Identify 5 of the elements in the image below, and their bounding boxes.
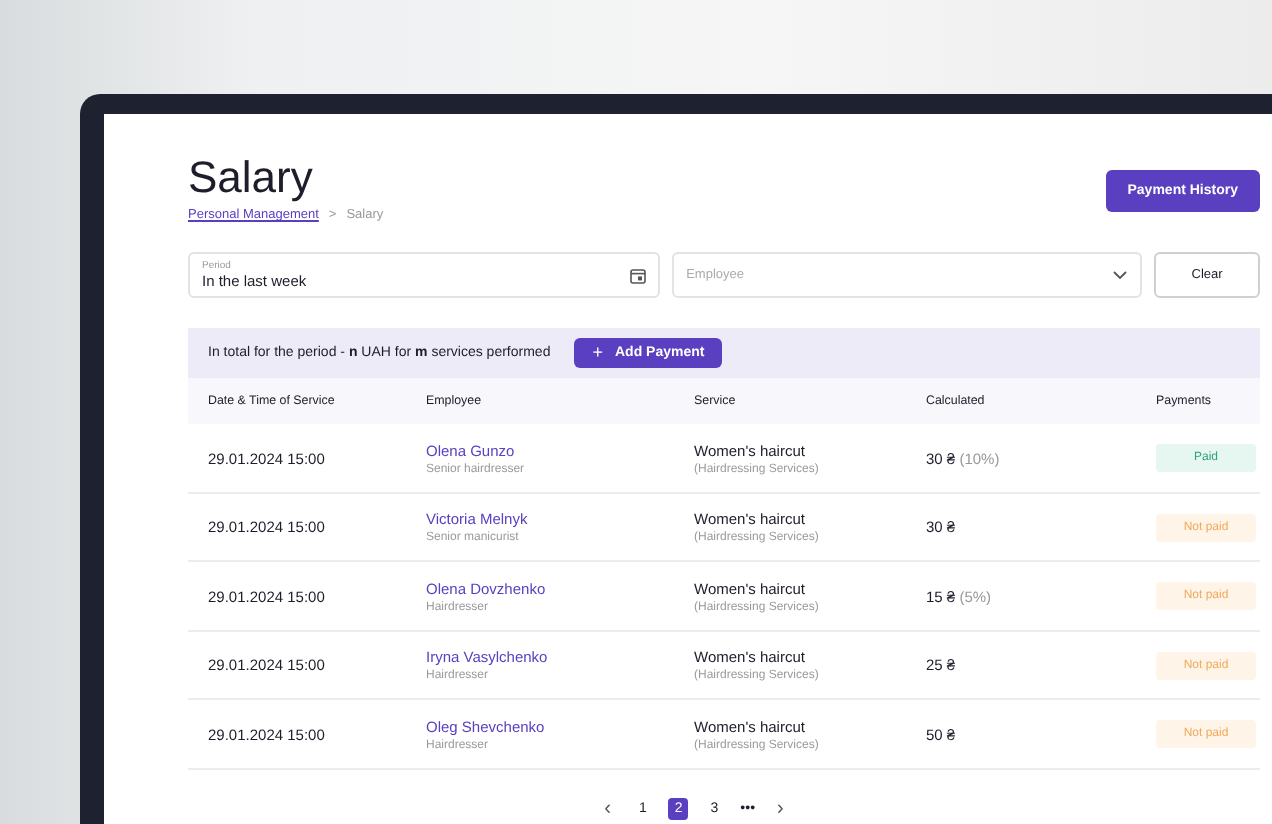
page-title: Salary — [188, 154, 315, 202]
chevron-down-icon — [1112, 270, 1129, 280]
next-page-button[interactable]: › — [771, 794, 790, 824]
previous-page-button[interactable]: ‹ — [598, 794, 617, 824]
calendar-icon — [630, 267, 647, 283]
